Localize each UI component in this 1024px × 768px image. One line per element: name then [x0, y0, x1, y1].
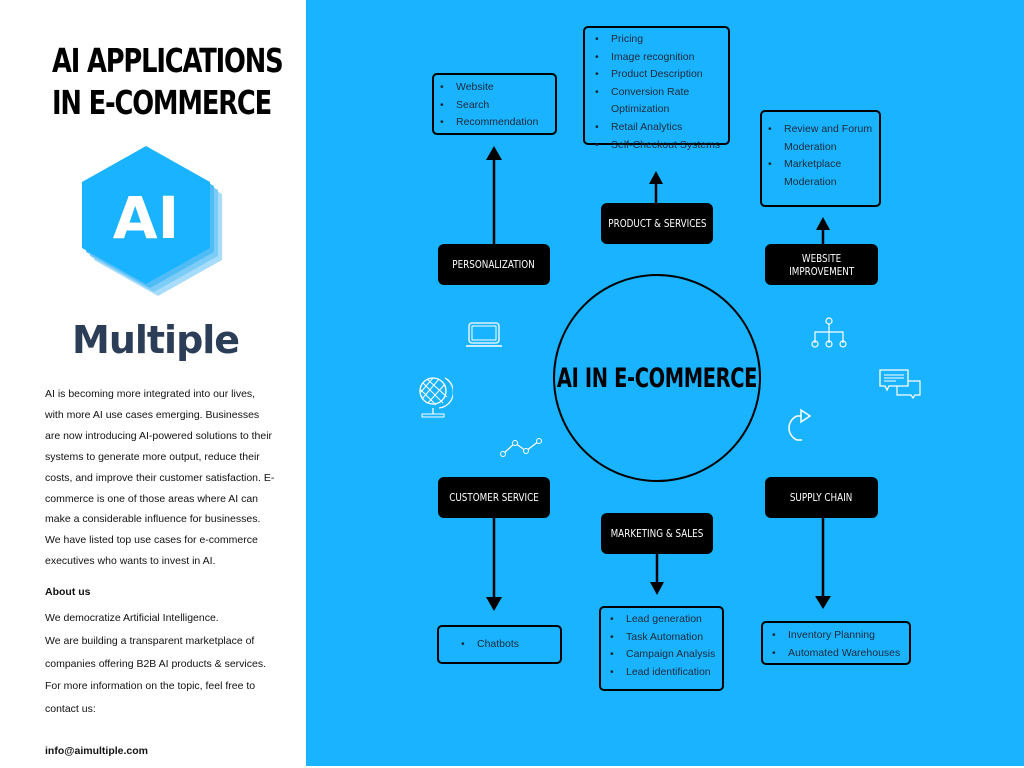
center-label: AI IN E-COMMERCE [556, 362, 758, 394]
node-product-services[interactable]: PRODUCT & SERVICES [601, 203, 713, 244]
node-label: WEBSITE [801, 251, 842, 265]
list-item: Website [440, 79, 555, 97]
list-item: Chatbots [461, 636, 560, 654]
node-label: MARKETING & SALES [610, 527, 704, 540]
contact-email-link[interactable]: info@aimultiple.com [45, 745, 148, 757]
list-item: Lead identification [610, 664, 722, 682]
list-item: Marketplace Moderation [768, 156, 884, 191]
list-item: Inventory Planning [772, 627, 909, 645]
list-item: Retail Analytics [595, 119, 729, 137]
node-customer-service[interactable]: CUSTOMER SERVICE [438, 477, 550, 518]
list-item: Product Description [595, 66, 729, 84]
list-item: Self-Checkout Systems [595, 137, 729, 155]
logo-text: AI [113, 184, 179, 252]
list-item: Conversion Rate Optimization [595, 84, 729, 119]
list-item: Search [440, 97, 555, 115]
node-supply-chain[interactable]: SUPPLY CHAIN [765, 477, 878, 518]
node-label: IMPROVEMENT [788, 264, 855, 278]
list-item: Pricing [595, 31, 729, 49]
page-title: AI APPLICATIONS IN E-COMMERCE [52, 40, 284, 124]
hierarchy-icon [811, 317, 847, 348]
title-line-2: IN E-COMMERCE [52, 83, 272, 122]
node-label: PRODUCT & SERVICES [607, 217, 707, 230]
items-personalization: Website Search Recommendation [432, 73, 557, 135]
title-line-1: AI APPLICATIONS [52, 41, 284, 80]
items-supply-chain: Inventory Planning Automated Warehouses [761, 621, 911, 665]
about-heading: About us [45, 586, 91, 598]
about-line: We are building a transparent marketplac… [45, 634, 267, 670]
about-line: We democratize Artificial Intelligence. [45, 612, 219, 624]
sidebar: AI APPLICATIONS IN E-COMMERCE AI Multipl… [0, 0, 306, 768]
brand-name: Multiple [72, 318, 240, 362]
list-item: Review and Forum Moderation [768, 121, 884, 156]
node-marketing-sales[interactable]: MARKETING & SALES [601, 513, 713, 554]
description: AI is becoming more integrated into our … [45, 388, 275, 568]
ai-logo-icon: AI [82, 146, 222, 296]
node-website-improvement[interactable]: WEBSITE IMPROVEMENT [765, 244, 878, 285]
node-label: SUPPLY CHAIN [790, 491, 853, 504]
items-product-services: Pricing Image recognition Product Descri… [583, 26, 730, 154]
node-label: PERSONALIZATION [452, 258, 536, 271]
list-item: Campaign Analysis [610, 646, 722, 664]
laptop-icon [466, 322, 502, 347]
node-personalization[interactable]: PERSONALIZATION [438, 244, 550, 285]
about-line: For more information on the topic, feel … [45, 680, 256, 716]
line-chart-icon [500, 438, 542, 457]
center-node: AI IN E-COMMERCE [553, 274, 761, 482]
list-item: Recommendation [440, 114, 555, 132]
chat-bubbles-icon [879, 369, 921, 399]
list-item: Image recognition [595, 49, 729, 67]
node-label: CUSTOMER SERVICE [449, 491, 539, 504]
globe-icon [419, 377, 453, 418]
redo-arrow-icon [788, 408, 812, 441]
about-text: We democratize Artificial Intelligence. … [45, 607, 275, 721]
list-item: Automated Warehouses [772, 645, 909, 663]
items-website-improvement: Review and Forum Moderation Marketplace … [760, 110, 881, 207]
items-marketing-sales: Lead generation Task Automation Campaign… [599, 606, 724, 691]
items-customer-service: Chatbots [437, 625, 562, 664]
list-item: Lead generation [610, 611, 722, 629]
list-item: Task Automation [610, 629, 722, 647]
